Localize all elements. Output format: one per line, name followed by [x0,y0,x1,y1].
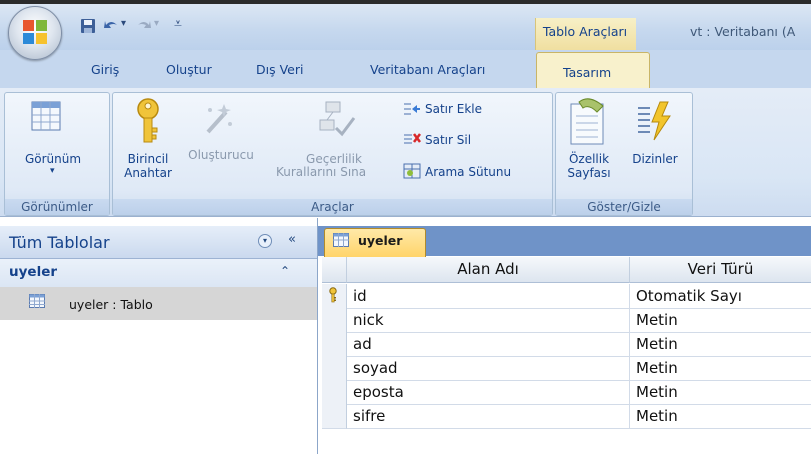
row-divider [347,356,811,357]
row-divider [347,380,811,381]
redo-icon [135,18,153,38]
row-selector[interactable] [322,404,347,429]
table-icon [29,294,45,308]
context-tab-group-label: Tablo Araçları [542,24,628,39]
document-tab-label: uyeler [358,233,403,248]
office-button[interactable] [8,6,62,60]
group-views-label: Görünümler [5,199,109,215]
view-button[interactable] [26,98,66,138]
row-selector[interactable] [322,284,347,309]
window-frame-top [0,0,811,4]
data-type-cell[interactable]: Metin [636,311,678,329]
undo-icon[interactable] [102,18,120,38]
nav-pane-menu-icon[interactable]: ▾ [258,234,272,248]
indexes-lightning-icon [638,101,671,141]
view-button-label: Görünüm [24,152,82,166]
key-icon [137,98,159,143]
field-name-cell[interactable]: ad [353,335,372,353]
insert-row-icon [403,101,421,117]
redo-dropdown-icon: ▾ [154,18,160,29]
builder-wand-icon [206,104,232,134]
primary-key-icon [329,287,337,303]
data-type-cell[interactable]: Metin [636,359,678,377]
nav-item-label: uyeler : Tablo [69,297,153,312]
indexes-button[interactable] [634,100,674,144]
row-divider [347,428,811,429]
undo-dropdown-icon[interactable]: ▾ [121,18,126,38]
test-rules-icon [319,101,356,137]
nav-item-uyeler-table[interactable] [0,287,317,320]
primary-key-label-1: Birincil [127,152,169,166]
tab-tasarim-label: Tasarım [563,65,612,80]
row-selector[interactable] [322,332,347,357]
tab-olustur[interactable]: Oluştur [166,62,212,77]
table-design-icon [333,233,349,247]
group-tools-label: Araçlar [113,199,552,215]
tab-giris[interactable]: Giriş [91,62,119,77]
primary-key-button[interactable] [132,96,164,146]
window-title: vt : Veritabanı (A [690,24,796,39]
tab-dis-veri[interactable]: Dış Veri [256,62,303,77]
test-rules-label-1: Geçerlilik [306,152,362,166]
select-all-corner[interactable] [322,257,347,283]
property-sheet-icon [570,98,604,145]
delete-row-icon [403,131,421,147]
field-name-cell[interactable]: id [353,287,367,305]
field-name-cell[interactable]: nick [353,311,384,329]
save-icon[interactable] [80,18,96,38]
row-divider [347,332,811,333]
group-show-hide-label: Göster/Gizle [556,199,692,215]
office-logo-icon [23,20,47,44]
nav-group-title[interactable]: uyeler [9,264,57,280]
lookup-column-icon [403,163,421,179]
field-name-cell[interactable]: sifre [353,407,385,425]
datasheet-view-icon [31,101,61,131]
builder-label: Oluşturucu [188,148,254,162]
property-sheet-label-2: Sayfası [567,166,611,180]
row-selector[interactable] [322,308,347,333]
lookup-column-button[interactable]: Arama Sütunu [425,165,511,179]
nav-pane-title[interactable]: Tüm Tablolar [9,233,110,252]
chevron-up-icon[interactable]: ⌃ [280,264,290,278]
column-header-field-name[interactable]: Alan Adı [347,257,630,283]
delete-row-button[interactable]: Satır Sil [425,133,471,147]
row-selector[interactable] [322,356,347,381]
column-divider [629,284,630,428]
customize-qat-icon[interactable]: ⩡ [174,16,182,36]
test-rules-label-2: Kurallarını Sına [276,165,367,179]
property-sheet-label-1: Özellik [568,152,610,166]
data-type-cell[interactable]: Otomatik Sayı [636,287,742,305]
tab-veritabani-araclari[interactable]: Veritabanı Araçları [370,62,485,77]
builder-button [200,100,236,140]
indexes-label: Dizinler [632,152,678,166]
data-type-cell[interactable]: Metin [636,407,678,425]
primary-key-label-2: Anahtar [124,166,172,180]
row-divider [347,308,811,309]
row-selector[interactable] [322,380,347,405]
nav-pane-collapse-icon[interactable]: « [288,232,296,247]
view-dropdown-icon[interactable]: ▾ [50,166,55,176]
property-sheet-button[interactable] [567,96,611,148]
row-divider [347,404,811,405]
test-rules-button [316,98,356,142]
field-name-cell[interactable]: eposta [353,383,404,401]
column-header-data-type[interactable]: Veri Türü [630,257,811,283]
data-type-cell[interactable]: Metin [636,383,678,401]
field-name-cell[interactable]: soyad [353,359,398,377]
data-type-cell[interactable]: Metin [636,335,678,353]
insert-row-button[interactable]: Satır Ekle [425,102,482,116]
